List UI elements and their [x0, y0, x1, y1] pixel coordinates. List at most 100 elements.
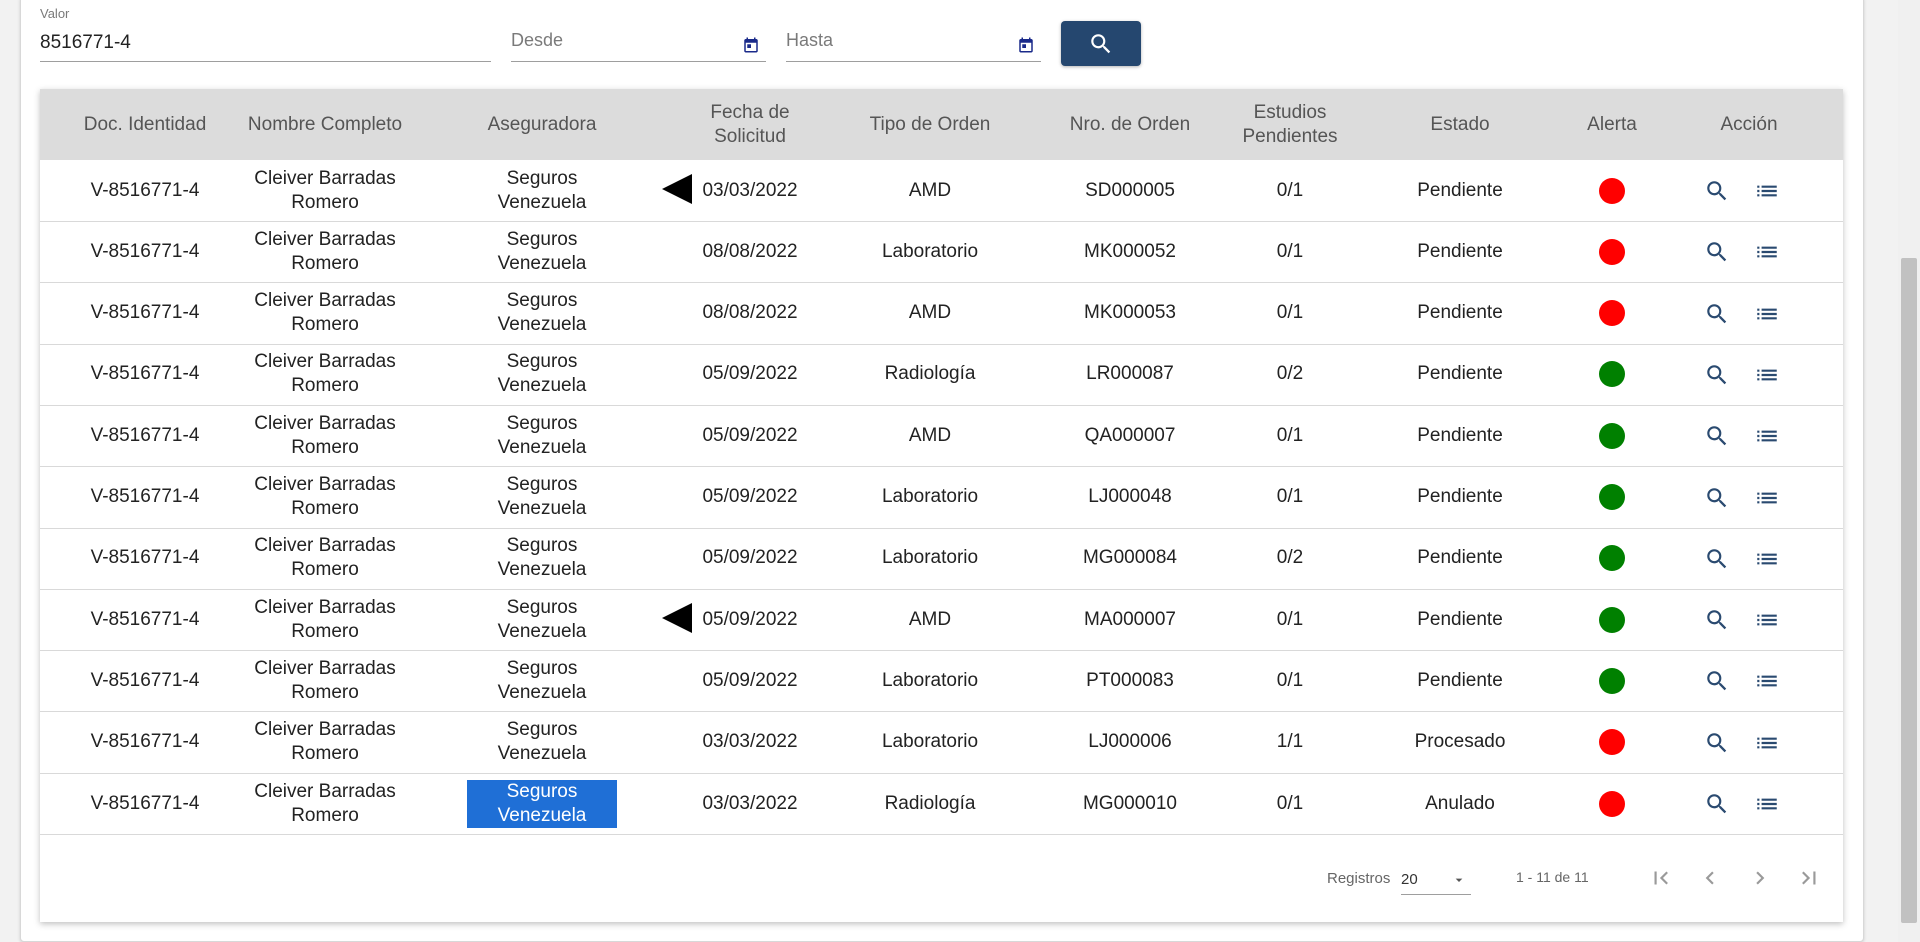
header-nro-orden[interactable]: Nro. de Orden [1055, 89, 1205, 160]
page-size-select[interactable]: 20 [1401, 868, 1471, 895]
view-details-button[interactable] [1704, 668, 1730, 694]
table-row: V-8516771-4 Cleiver Barradas Romero Seguro… [40, 712, 1843, 774]
list-studies-button[interactable] [1754, 301, 1780, 327]
valor-input[interactable]: 8516771-4 [40, 32, 131, 54]
view-details-button[interactable] [1704, 546, 1730, 572]
cell-tipo-orden-text: Laboratorio [881, 547, 979, 569]
cell-nro-orden-text: MK000052 [1084, 240, 1176, 262]
list-studies-button[interactable] [1754, 546, 1780, 572]
header-doc-identidad[interactable]: Doc. Identidad [65, 89, 225, 160]
desde-date-field[interactable]: Desde [511, 6, 766, 62]
header-fecha-solicitud[interactable]: Fecha de Solicitud [700, 89, 800, 160]
cell-nombre-completo-text: Cleiver Barradas Romero [254, 228, 396, 274]
view-details-button[interactable] [1704, 178, 1730, 204]
list-studies-button[interactable] [1754, 178, 1780, 204]
cell-estudios-pendientes-text: 0/1 [1276, 179, 1304, 201]
view-details-button[interactable] [1704, 791, 1730, 817]
header-tipo-orden[interactable]: Tipo de Orden [855, 89, 1005, 160]
cell-alerta [1572, 589, 1652, 650]
first-page-button[interactable] [1647, 864, 1675, 892]
calendar-icon[interactable] [742, 36, 760, 54]
view-details-button[interactable] [1704, 730, 1730, 756]
prev-page-button[interactable] [1696, 864, 1724, 892]
cell-aseguradora: Seguros Venezuela [467, 467, 617, 528]
header-accion: Acción [1720, 113, 1778, 135]
header-alerta[interactable]: Alerta [1572, 89, 1652, 160]
cell-estudios-pendientes: 0/1 [1230, 773, 1350, 834]
cell-nombre-completo-text: Cleiver Barradas Romero [254, 535, 396, 581]
cell-nombre-completo: Cleiver Barradas Romero [235, 528, 415, 589]
cell-estado: Pendiente [1410, 589, 1510, 650]
cell-tipo-orden: Laboratorio [855, 712, 1005, 773]
cell-tipo-orden-text: Laboratorio [881, 669, 979, 691]
cell-nro-orden-text: PT000083 [1086, 669, 1174, 691]
cell-doc-identidad: V-8516771-4 [65, 283, 225, 344]
cell-nombre-completo-text: Cleiver Barradas Romero [254, 167, 396, 213]
cell-alerta [1572, 160, 1652, 221]
alert-status-dot [1599, 606, 1625, 633]
search-button[interactable] [1061, 21, 1141, 66]
calendar-icon[interactable] [1017, 36, 1035, 54]
cell-fecha-solicitud-text: 05/09/2022 [702, 669, 798, 691]
cell-tipo-orden: Laboratorio [855, 650, 1005, 711]
cell-fecha-solicitud: 05/09/2022 [695, 528, 805, 589]
table-row: V-8516771-4 Cleiver Barradas Romero Seguro… [40, 344, 1843, 406]
cell-fecha-solicitud: 05/09/2022 [695, 344, 805, 405]
search-icon [1707, 794, 1727, 814]
list-studies-button[interactable] [1754, 730, 1780, 756]
cell-aseguradora: Seguros Venezuela [467, 773, 617, 834]
view-details-button[interactable] [1704, 362, 1730, 388]
hasta-date-field[interactable]: Hasta [786, 6, 1041, 62]
list-studies-button[interactable] [1754, 362, 1780, 388]
cell-nombre-completo-text: Cleiver Barradas Romero [254, 351, 396, 397]
cell-fecha-solicitud-text: 03/03/2022 [702, 792, 798, 814]
cell-nombre-completo: Cleiver Barradas Romero [235, 589, 415, 650]
list-studies-button[interactable] [1754, 485, 1780, 511]
list-studies-button[interactable] [1754, 239, 1780, 265]
header-estado[interactable]: Estado [1410, 89, 1510, 160]
cell-nro-orden-text: MG000010 [1082, 792, 1177, 814]
view-details-button[interactable] [1704, 607, 1730, 633]
alert-status-dot [1599, 361, 1625, 388]
cell-tipo-orden: Laboratorio [855, 528, 1005, 589]
list-icon [1757, 430, 1777, 442]
cell-aseguradora: Seguros Venezuela [467, 160, 617, 221]
table-row: V-8516771-4 Cleiver Barradas Romero Seguro… [40, 528, 1843, 590]
cell-tipo-orden-text: AMD [908, 424, 952, 446]
header-nombre-completo[interactable]: Nombre Completo [235, 89, 415, 160]
cell-estudios-pendientes: 0/1 [1230, 160, 1350, 221]
cell-aseguradora-text: Seguros Venezuela [497, 596, 587, 642]
cell-aseguradora: Seguros Venezuela [467, 528, 617, 589]
cell-aseguradora-text: Seguros Venezuela [497, 657, 587, 703]
cell-alerta [1572, 283, 1652, 344]
next-page-button[interactable] [1746, 864, 1774, 892]
search-icon [1707, 242, 1727, 262]
valor-field[interactable]: Valor 8516771-4 [40, 6, 491, 62]
view-details-button[interactable] [1704, 423, 1730, 449]
cell-doc-identidad-text: V-8516771-4 [90, 731, 200, 753]
list-studies-button[interactable] [1754, 423, 1780, 449]
cell-nombre-completo: Cleiver Barradas Romero [235, 712, 415, 773]
cell-nro-orden-text: LJ000006 [1088, 731, 1172, 753]
alert-status-dot [1599, 300, 1625, 327]
list-studies-button[interactable] [1754, 668, 1780, 694]
list-studies-button[interactable] [1754, 607, 1780, 633]
header-aseguradora[interactable]: Aseguradora [477, 89, 607, 160]
view-details-button[interactable] [1704, 301, 1730, 327]
cell-doc-identidad: V-8516771-4 [65, 712, 225, 773]
registros-label: Registros [1327, 870, 1391, 887]
view-details-button[interactable] [1704, 485, 1730, 511]
cell-fecha-solicitud: 05/09/2022 [695, 650, 805, 711]
header-estudios-pendientes[interactable]: Estudios Pendientes [1220, 89, 1360, 160]
last-page-button[interactable] [1795, 864, 1823, 892]
cell-estudios-pendientes-text: 0/2 [1276, 363, 1304, 385]
page-size-value: 20 [1401, 871, 1418, 888]
cell-doc-identidad: V-8516771-4 [65, 405, 225, 466]
hasta-placeholder: Hasta [786, 30, 834, 50]
cell-nro-orden: LR000087 [1055, 344, 1205, 405]
cell-doc-identidad-text: V-8516771-4 [90, 363, 200, 385]
scrollbar-thumb[interactable] [1901, 258, 1917, 923]
cell-estudios-pendientes-text: 0/1 [1276, 424, 1304, 446]
view-details-button[interactable] [1704, 239, 1730, 265]
list-studies-button[interactable] [1754, 791, 1780, 817]
